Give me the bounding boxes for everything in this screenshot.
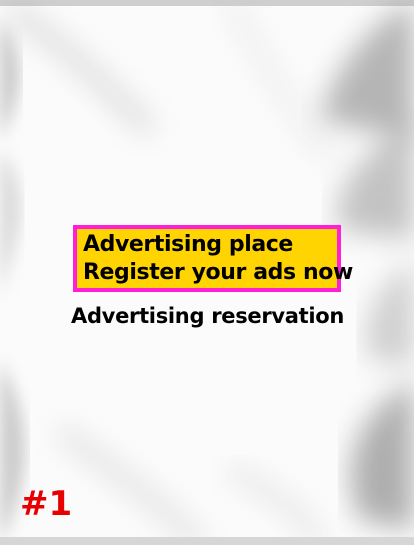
advertising-place-text: Advertising place: [83, 232, 293, 257]
fabric-banner: Advertising place Register your ads now …: [0, 0, 414, 545]
advertising-highlight-box: Advertising place Register your ads now: [73, 225, 353, 292]
register-ads-text: Register your ads now: [83, 260, 353, 285]
slot-number-label: #1: [20, 484, 73, 524]
advertising-reservation-text: Advertising reservation: [71, 304, 345, 328]
